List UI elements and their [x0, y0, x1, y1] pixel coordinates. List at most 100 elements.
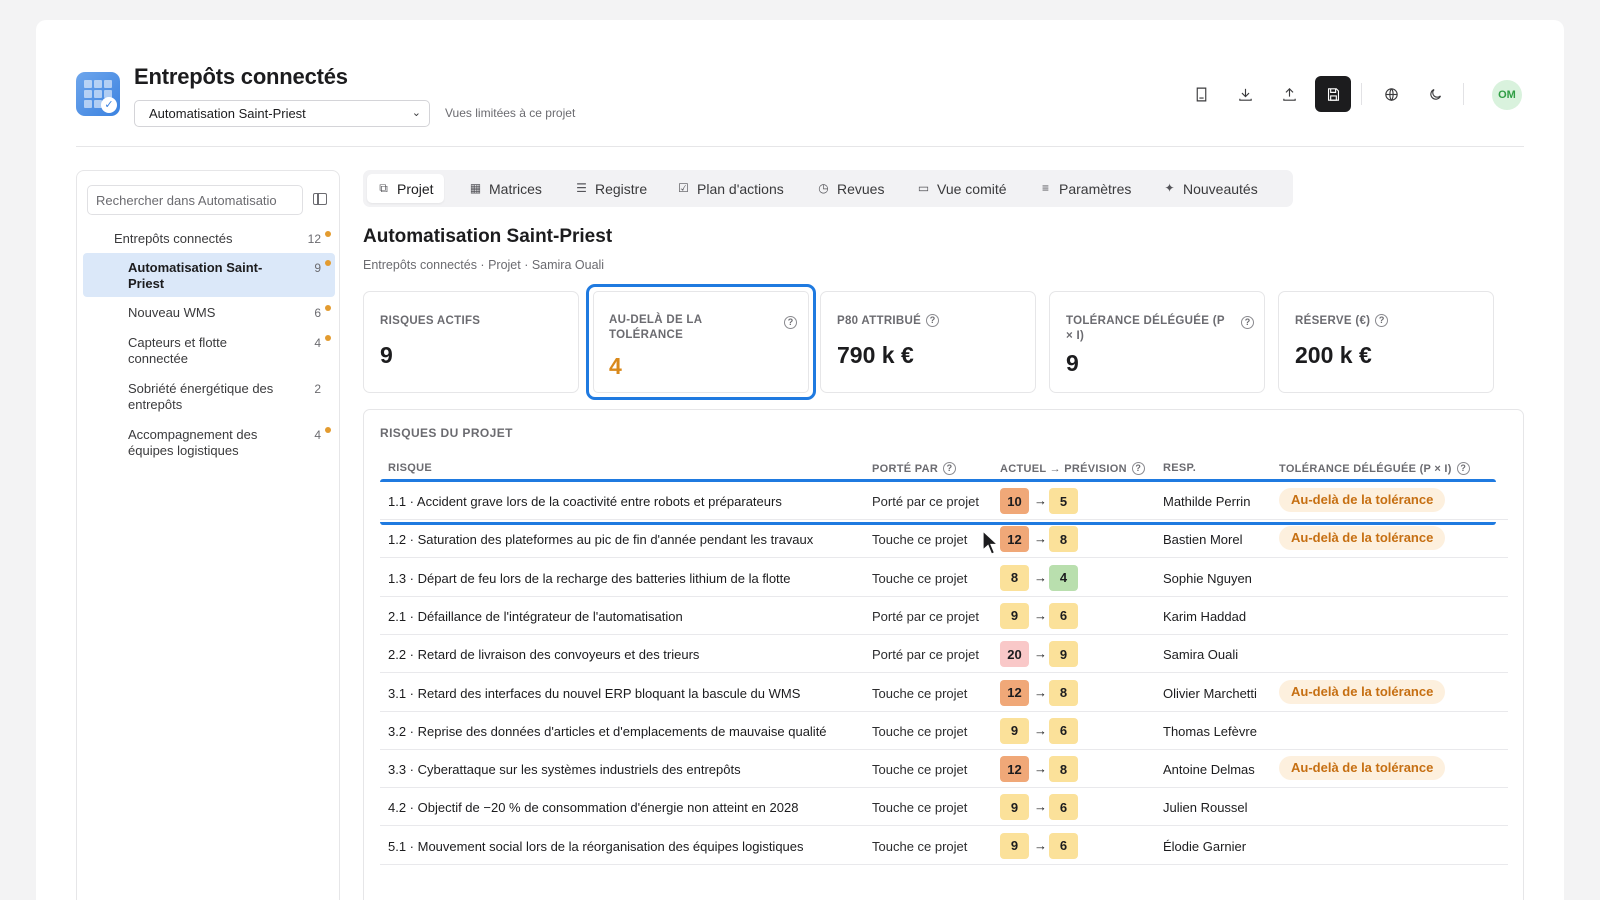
arrow-icon: →: [1034, 761, 1047, 777]
table-row[interactable]: 3.2 · Reprise des données d'articles et …: [380, 712, 1508, 750]
tab-label: Matrices: [489, 180, 542, 197]
risk-name[interactable]: 2.2 · Retard de livraison des convoyeurs…: [388, 647, 699, 662]
list-icon: ☰: [576, 181, 587, 195]
upload-button[interactable]: [1271, 76, 1307, 112]
help-icon[interactable]: ?: [943, 462, 957, 475]
project-select[interactable]: Automatisation Saint-Priest ⌄: [134, 100, 430, 127]
grid-icon: ▦: [469, 181, 482, 195]
risk-responsible: Antoine Delmas: [1163, 762, 1255, 778]
kpi-label: P80 attribué?: [837, 314, 940, 329]
forecast-score: 6: [1049, 794, 1078, 821]
column-header-porte-par[interactable]: PORTÉ PAR?: [872, 462, 957, 475]
tab-projet[interactable]: ⧉ Projet: [367, 174, 444, 203]
help-icon[interactable]: ?: [1241, 316, 1254, 329]
table-row[interactable]: 2.1 · Défaillance de l'intégrateur de l'…: [380, 597, 1508, 635]
table-row[interactable]: 1.3 · Départ de feu lors de la recharge …: [380, 559, 1508, 597]
kpi-tolerance-deleguee: Tolérance déléguée (P × I) ? 9: [1049, 291, 1265, 393]
sidebar-item-label: Sobriété énergétique des entrepôts: [128, 381, 274, 412]
sidebar-item-entrepots-connectes[interactable]: Entrepôts connectés 12: [83, 231, 335, 247]
table-row[interactable]: 1.1 · Accident grave lors de la coactivi…: [380, 482, 1508, 520]
tab-registre[interactable]: ☰ Registre: [565, 174, 657, 203]
table-row[interactable]: 3.3 · Cyberattaque sur les systèmes indu…: [380, 750, 1508, 789]
sidebar-item-accompagnement-equipes[interactable]: Accompagnement des équipes logistiques 4: [83, 427, 335, 461]
kpi-label: Réserve (€)?: [1295, 314, 1389, 329]
current-score: 9: [1000, 717, 1029, 744]
help-icon[interactable]: ?: [1131, 462, 1145, 475]
risk-name[interactable]: 3.1 · Retard des interfaces du nouvel ER…: [388, 686, 800, 701]
tab-label: Vue comité: [937, 180, 1007, 197]
sidebar-item-sobriete-energetique[interactable]: Sobriété énergétique des entrepôts 2: [83, 381, 335, 415]
sidebar-item-count: 2: [314, 382, 321, 396]
download-button[interactable]: [1227, 76, 1263, 112]
column-header-tolerance[interactable]: TOLÉRANCE DÉLÉGUÉE (P × I)?: [1279, 462, 1470, 475]
arrow-icon: →: [1034, 569, 1047, 585]
risk-name[interactable]: 1.1 · Accident grave lors de la coactivi…: [388, 494, 782, 509]
sidebar-item-label: Entrepôts connectés: [114, 231, 233, 246]
table-row[interactable]: 2.2 · Retard de livraison des convoyeurs…: [380, 635, 1508, 674]
column-header-risque[interactable]: RISQUE: [388, 462, 432, 474]
kpi-au-dela-tolerance[interactable]: Au-delà de la tolérance ? 4: [586, 284, 816, 400]
table-row[interactable]: 1.2 · Saturation des plateformes au pic …: [380, 520, 1508, 559]
sidebar-collapse-icon[interactable]: [313, 193, 327, 205]
language-button[interactable]: [1373, 76, 1409, 112]
forecast-score: 6: [1049, 602, 1078, 629]
kpi-value: 9: [1066, 350, 1079, 376]
sidebar-item-automatisation-saint-priest[interactable]: Automatisation Saint-Priest 9: [83, 253, 335, 297]
tab-nouveautes[interactable]: ✦ Nouveautés: [1153, 174, 1268, 203]
sidebar-item-count: 12: [307, 232, 321, 246]
help-icon[interactable]: ?: [1456, 462, 1470, 475]
kpi-value: 790 k €: [837, 342, 914, 368]
save-button[interactable]: [1315, 76, 1351, 112]
risk-name[interactable]: 4.2 · Objectif de −20 % de consommation …: [388, 800, 798, 815]
help-icon[interactable]: ?: [926, 314, 940, 327]
risk-responsible: Julien Roussel: [1163, 800, 1248, 816]
risk-name[interactable]: 2.1 · Défaillance de l'intégrateur de l'…: [388, 609, 683, 624]
risk-name[interactable]: 3.3 · Cyberattaque sur les systèmes indu…: [388, 762, 741, 777]
tab-revues[interactable]: ◷ Revues: [807, 174, 894, 203]
risk-name[interactable]: 1.3 · Départ de feu lors de la recharge …: [388, 571, 791, 586]
table-row[interactable]: 5.1 · Mouvement social lors de la réorga…: [380, 827, 1508, 865]
sidebar-item-count: 4: [314, 428, 321, 442]
tab-vue-comite[interactable]: ▭ Vue comité: [907, 174, 1017, 203]
risk-name[interactable]: 5.1 · Mouvement social lors de la réorga…: [388, 839, 804, 854]
current-score: 12: [1000, 526, 1029, 553]
theme-toggle-button[interactable]: [1417, 76, 1453, 112]
column-header-label: TOLÉRANCE DÉLÉGUÉE (P × I): [1279, 463, 1452, 475]
book-button[interactable]: [1183, 76, 1219, 112]
risk-responsible: Mathilde Perrin: [1163, 494, 1251, 509]
arrow-icon: →: [1034, 684, 1047, 700]
avatar[interactable]: OM: [1492, 80, 1522, 110]
toolbar-divider: [1463, 83, 1464, 105]
sidebar-item-label: Automatisation Saint-Priest: [128, 260, 263, 291]
current-score: 8: [1000, 564, 1029, 591]
sidebar-search-input[interactable]: Rechercher dans Automatisatio: [87, 185, 303, 215]
table-row[interactable]: 4.2 · Objectif de −20 % de consommation …: [380, 788, 1508, 827]
tab-matrices[interactable]: ▦ Matrices: [459, 174, 552, 203]
tab-plan-actions[interactable]: ☑ Plan d'actions: [667, 174, 794, 203]
tab-label: Projet: [397, 180, 434, 197]
kpi-value: 200 k €: [1295, 342, 1372, 368]
column-header-actuel-prevision[interactable]: ACTUEL → PRÉVISION?: [1000, 462, 1145, 475]
sidebar-item-nouveau-wms[interactable]: Nouveau WMS 6: [83, 305, 335, 321]
table-row[interactable]: 3.1 · Retard des interfaces du nouvel ER…: [380, 674, 1508, 712]
forecast-score: 9: [1049, 641, 1078, 668]
tab-parametres[interactable]: ≡ Paramètres: [1029, 174, 1141, 203]
risk-name[interactable]: 3.2 · Reprise des données d'articles et …: [388, 724, 827, 739]
upload-icon: [1282, 87, 1296, 101]
risk-name[interactable]: 1.2 · Saturation des plateformes au pic …: [388, 532, 813, 547]
project-select-value: Automatisation Saint-Priest: [149, 106, 306, 121]
column-header-label: PORTÉ PAR: [872, 463, 939, 475]
kpi-reserve: Réserve (€)? 200 k €: [1278, 291, 1494, 393]
help-icon[interactable]: ?: [784, 316, 797, 329]
help-icon[interactable]: ?: [1375, 314, 1389, 327]
risk-responsible: Sophie Nguyen: [1163, 570, 1252, 586]
risk-responsible: Thomas Lefèvre: [1163, 723, 1257, 739]
column-header-resp[interactable]: RESP.: [1163, 462, 1196, 474]
sidebar-item-capteurs-flotte[interactable]: Capteurs et flotte connectée 4: [83, 335, 335, 369]
risks-title: RISQUES DU PROJET: [380, 426, 513, 440]
main-tabs: ⧉ Projet ▦ Matrices ☰ Registre ☑ Plan d'…: [363, 170, 1293, 207]
arrow-icon: →: [1034, 722, 1047, 738]
risk-owner-scope: Touche ce projet: [872, 532, 968, 548]
arrow-icon: →: [1034, 607, 1047, 623]
tolerance-badge: Au-delà de la tolérance: [1279, 679, 1446, 704]
